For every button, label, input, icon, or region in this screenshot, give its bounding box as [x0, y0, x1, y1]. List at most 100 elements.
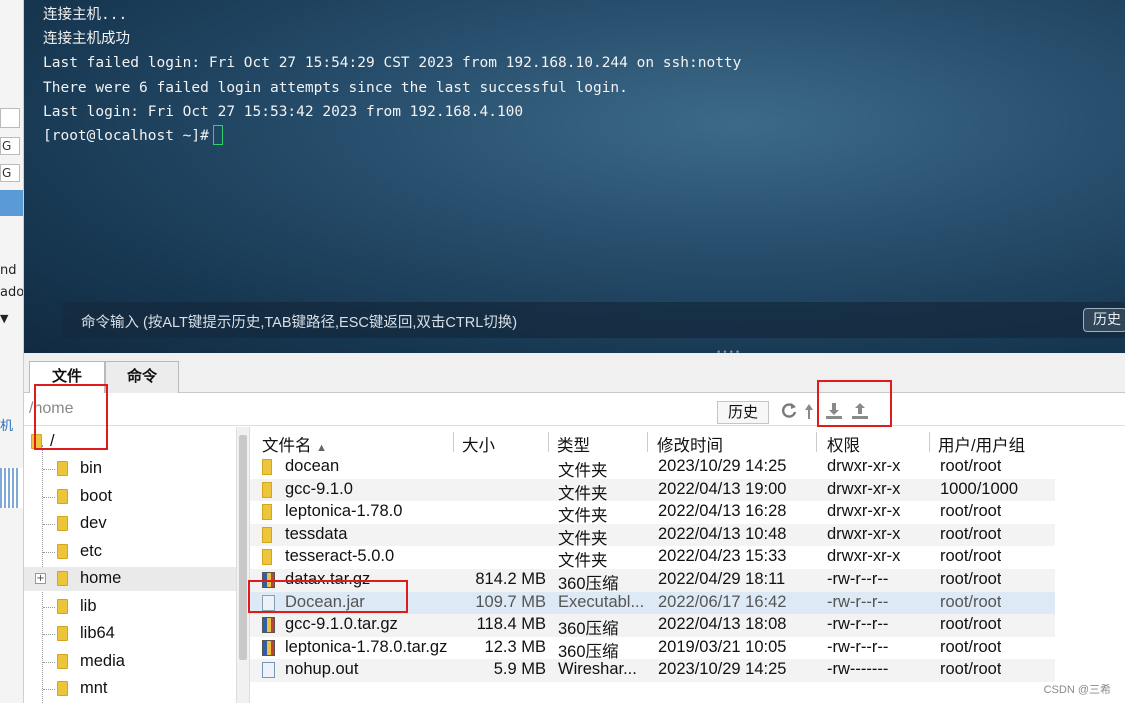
column-separator[interactable] — [647, 432, 648, 452]
file-row[interactable]: leptonica-1.78.0.tar.gz 12.3 MB 360压缩 20… — [250, 637, 1055, 661]
file-permission: drwxr-xr-x — [827, 502, 901, 521]
column-header-mtime[interactable]: 修改时间 — [657, 432, 723, 456]
archive-icon — [262, 617, 275, 634]
file-mtime: 2022/04/13 18:08 — [658, 615, 787, 634]
file-name: gcc-9.1.0 — [285, 479, 353, 498]
file-owner: root/root — [940, 637, 1002, 656]
file-mtime: 2022/04/23 15:33 — [658, 547, 787, 566]
up-icon[interactable] — [804, 401, 814, 421]
path-history-button[interactable]: 历史 — [717, 401, 769, 424]
folder-icon — [262, 504, 272, 521]
tree-connector — [43, 689, 55, 690]
terminal-prompt: [root@localhost ~]# — [43, 128, 209, 145]
file-row[interactable]: gcc-9.1.0.tar.gz 118.4 MB 360压缩 2022/04/… — [250, 614, 1055, 639]
file-permission: -rw-r--r-- — [827, 615, 889, 634]
refresh-icon[interactable] — [779, 401, 799, 421]
file-mtime: 2022/04/13 19:00 — [658, 479, 787, 498]
text-file-icon — [262, 662, 275, 679]
directory-tree: / bin boot dev etc + home lib lib64 medi… — [24, 427, 236, 703]
column-separator[interactable] — [453, 432, 454, 452]
fragment-field-g2: G — [0, 164, 20, 182]
tree-item-etc[interactable]: etc — [24, 540, 236, 564]
folder-icon — [262, 481, 272, 498]
file-size: 109.7 MB — [475, 592, 546, 611]
command-input-bar[interactable]: 命令输入 (按ALT键提示历史,TAB键路径,ESC键返回,双击CTRL切换) … — [62, 302, 1125, 338]
file-type: 360压缩 — [558, 620, 619, 639]
file-name: nohup.out — [285, 660, 359, 679]
sort-ascending-icon: ▲ — [316, 442, 327, 454]
file-name: tesseract-5.0.0 — [285, 547, 395, 566]
file-owner: root/root — [940, 524, 1002, 543]
tree-item-boot[interactable]: boot — [24, 485, 236, 509]
file-row[interactable]: docean 文件夹 2023/10/29 14:25 drwxr-xr-x r… — [250, 456, 1055, 480]
upload-icon[interactable] — [850, 401, 870, 421]
column-separator[interactable] — [548, 432, 549, 452]
tree-scrollbar[interactable] — [236, 427, 250, 703]
file-list: 文件名 ▲ 大小 类型 修改时间 权限 用户/用户组 docean 文件夹 20… — [250, 427, 1125, 703]
tree-item-lib64[interactable]: lib64 — [24, 622, 236, 646]
java-jar-icon — [262, 594, 275, 611]
tab-commands[interactable]: 命令 — [105, 361, 179, 393]
file-permission: drwxr-xr-x — [827, 547, 901, 566]
fragment-text-ji: 机 — [0, 419, 14, 434]
tree-connector — [43, 497, 55, 498]
terminal-line: 连接主机... — [43, 7, 128, 23]
file-row[interactable]: datax.tar.gz 814.2 MB 360压缩 2022/04/29 1… — [250, 569, 1055, 593]
terminal-pane[interactable]: 连接主机... 连接主机成功 Last failed login: Fri Oct … — [24, 0, 1125, 353]
folder-icon — [57, 461, 68, 476]
tree-item-lib[interactable]: lib — [24, 595, 236, 619]
terminal-line: Last login: Fri Oct 27 15:53:42 2023 fro… — [43, 103, 524, 120]
tree-item-root[interactable]: / — [24, 430, 236, 454]
tree-item-bin[interactable]: bin — [24, 457, 236, 481]
folder-icon — [57, 571, 68, 586]
file-size: 12.3 MB — [484, 637, 546, 656]
column-header-type[interactable]: 类型 — [557, 432, 590, 456]
file-owner: root/root — [940, 570, 1002, 588]
file-row-selected[interactable]: Docean.jar 109.7 MB Executabl... 2022/06… — [250, 591, 1055, 615]
folder-icon — [57, 599, 68, 614]
tree-item-media[interactable]: media — [24, 650, 236, 674]
file-permission: -rw-r--r-- — [827, 637, 889, 656]
column-header-size[interactable]: 大小 — [462, 432, 495, 456]
column-header-permission[interactable]: 权限 — [827, 432, 860, 456]
file-row[interactable]: tesseract-5.0.0 文件夹 2022/04/23 15:33 drw… — [250, 546, 1055, 570]
tree-item-dev[interactable]: dev — [24, 512, 236, 536]
download-icon[interactable] — [824, 401, 844, 421]
tree-item-label: bin — [80, 459, 103, 477]
tree-item-label: / — [50, 432, 55, 450]
watermark: CSDN @三希 — [1043, 684, 1111, 696]
fragment-chart — [0, 468, 23, 508]
file-type: 文件夹 — [558, 462, 608, 480]
folder-icon — [57, 626, 68, 641]
file-mtime: 2022/04/29 18:11 — [658, 570, 786, 588]
file-permission: -rw-r--r-- — [827, 570, 889, 588]
tree-connector — [43, 662, 55, 663]
file-row[interactable]: gcc-9.1.0 文件夹 2022/04/13 19:00 drwxr-xr-… — [250, 478, 1055, 503]
tree-item-home[interactable]: + home — [24, 567, 236, 591]
tree-connector — [43, 524, 55, 525]
fragment-text-nd: nd — [0, 263, 17, 278]
folder-icon — [262, 526, 272, 543]
file-owner: root/root — [940, 615, 1002, 634]
column-separator[interactable] — [816, 432, 817, 452]
column-separator[interactable] — [929, 432, 930, 452]
file-name: leptonica-1.78.0 — [285, 502, 403, 521]
column-header-owner[interactable]: 用户/用户组 — [938, 432, 1025, 456]
expand-icon[interactable]: + — [35, 573, 46, 584]
tree-item-mnt[interactable]: mnt — [24, 677, 236, 701]
file-row[interactable]: nohup.out 5.9 MB Wireshar... 2023/10/29 … — [250, 659, 1055, 682]
file-type: Wireshar... — [558, 660, 637, 679]
folder-icon — [31, 434, 42, 449]
fragment-selection — [0, 190, 23, 216]
file-row[interactable]: tessdata 文件夹 2022/04/13 10:48 drwxr-xr-x… — [250, 523, 1055, 548]
terminal-line: There were 6 failed login attempts since… — [43, 79, 628, 96]
column-header-name[interactable]: 文件名 ▲ — [262, 432, 327, 456]
command-history-button[interactable]: 历史 — [1083, 308, 1125, 332]
tree-item-label: mnt — [80, 679, 108, 697]
tab-files[interactable]: 文件 — [29, 361, 105, 394]
scrollbar-thumb[interactable] — [239, 435, 247, 660]
file-name: Docean.jar — [285, 592, 365, 611]
path-input[interactable]: /home — [29, 400, 73, 418]
file-row[interactable]: leptonica-1.78.0 文件夹 2022/04/13 16:28 dr… — [250, 501, 1055, 525]
tree-item-label: boot — [80, 487, 113, 505]
